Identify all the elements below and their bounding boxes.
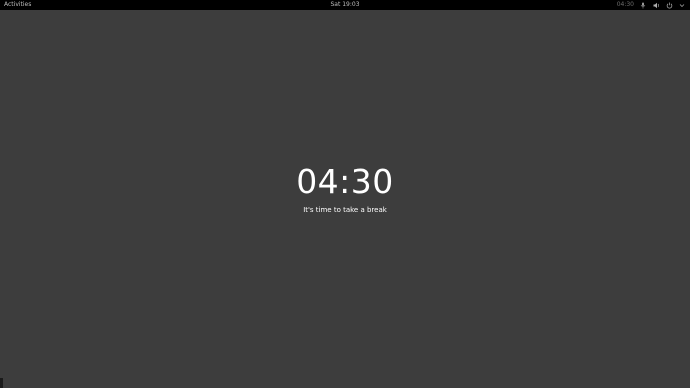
break-message: It's time to take a break	[303, 206, 387, 214]
microphone-icon	[639, 1, 647, 9]
system-status-area[interactable]: 04:30	[617, 0, 686, 10]
power-icon	[665, 1, 673, 9]
break-countdown: 04:30	[296, 162, 394, 201]
activities-button[interactable]: Activities	[4, 0, 31, 10]
clock-container: Sat 19:03	[0, 0, 690, 10]
top-bar: Activities Sat 19:03 04:30	[0, 0, 690, 10]
corner-handle	[0, 378, 3, 388]
volume-icon	[652, 1, 660, 9]
status-break-timer: 04:30	[616, 1, 634, 8]
chevron-down-icon	[678, 1, 686, 9]
clock-button[interactable]: Sat 19:03	[330, 1, 359, 8]
